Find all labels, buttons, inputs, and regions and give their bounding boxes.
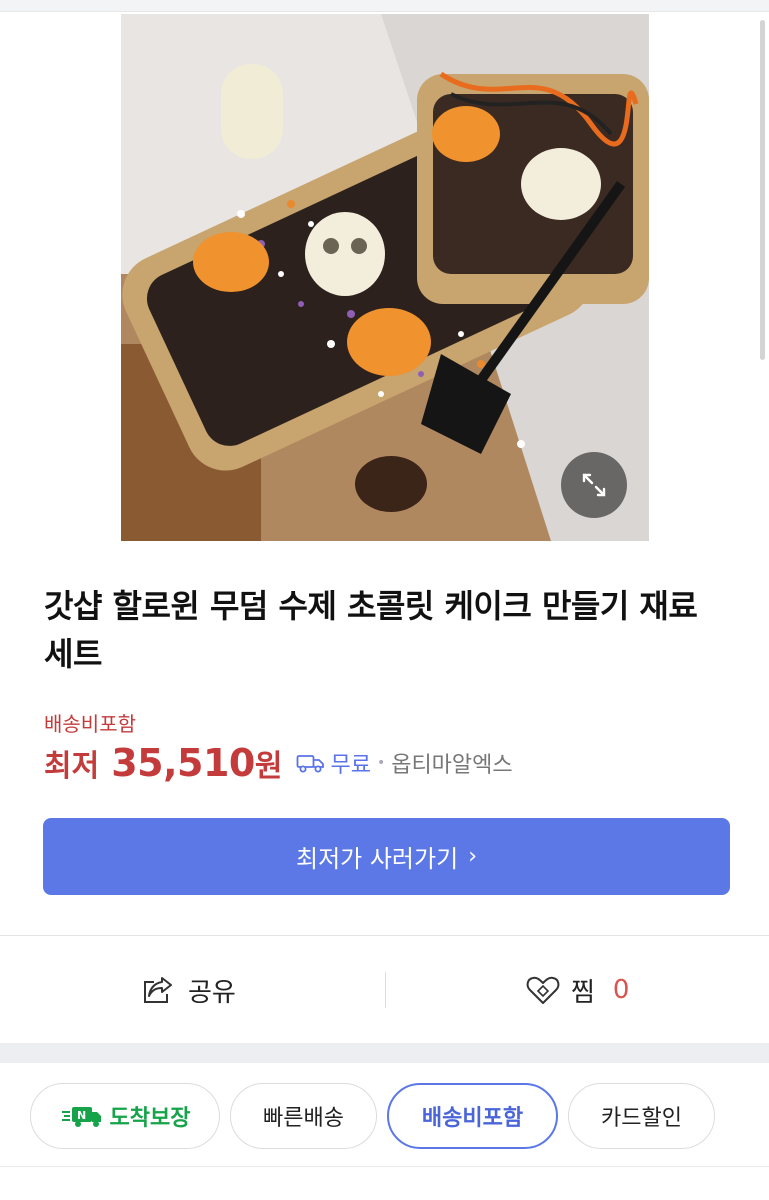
store-name[interactable]: 옵티마알엑스 xyxy=(391,747,512,779)
top-strip xyxy=(0,0,769,12)
filter-chip-label: 배송비포함 xyxy=(421,1106,524,1131)
expand-image-button[interactable] xyxy=(561,452,627,518)
section-separator xyxy=(0,1043,769,1063)
filter-chip-label: 빠른배송 xyxy=(263,1106,344,1131)
wishlist-count: 0 xyxy=(612,975,630,1005)
wishlist-label: 찜 xyxy=(571,977,595,1008)
action-separator xyxy=(385,972,386,1008)
n-delivery-truck-icon: N xyxy=(60,1103,104,1129)
wishlist-button[interactable]: 찜 0 xyxy=(525,965,629,1015)
share-label: 공유 xyxy=(188,977,236,1008)
share-button[interactable]: 공유 xyxy=(140,965,236,1015)
chevron-right-icon: › xyxy=(468,844,477,869)
share-icon xyxy=(144,977,172,1003)
price-unit: 원 xyxy=(254,749,283,784)
heart-icon xyxy=(526,976,560,1004)
divider xyxy=(0,935,769,936)
filter-chip-shipping-included[interactable]: 배송비포함 xyxy=(387,1083,558,1149)
delivery-fee: 무료 xyxy=(330,753,371,778)
delivery-truck-icon xyxy=(296,752,326,774)
svg-text:N: N xyxy=(77,1109,86,1122)
price-value: 35,510 xyxy=(111,741,255,785)
separator-dot: • xyxy=(376,755,386,771)
expand-icon xyxy=(582,473,606,497)
filter-chip-label: 도착보장 xyxy=(109,1106,191,1131)
shipping-included-label: 배송비포함 xyxy=(44,712,136,736)
filter-chip-card-discount[interactable]: 카드할인 xyxy=(568,1083,715,1149)
scrollbar[interactable] xyxy=(760,20,765,360)
buy-lowest-price-button[interactable]: 최저가 사러가기 › xyxy=(43,818,730,895)
product-title: 갓샵 할로윈 무덤 수제 초콜릿 케이크 만들기 재료 세트 xyxy=(44,587,698,673)
filter-chip-fast-delivery[interactable]: 빠른배송 xyxy=(230,1083,377,1149)
filter-chip-label: 카드할인 xyxy=(601,1106,682,1131)
filter-chip-arrival-guarantee[interactable]: N 도착보장 xyxy=(30,1083,220,1149)
price-row: 최저 35,510 원 무료 • 옵티마알엑스 xyxy=(44,738,513,788)
buy-button-label: 최저가 사러가기 xyxy=(295,845,459,873)
filter-chips: N 도착보장 빠른배송 배송비포함 카드할인 xyxy=(0,1063,769,1200)
price-prefix: 최저 xyxy=(44,749,100,784)
divider xyxy=(0,1166,769,1167)
